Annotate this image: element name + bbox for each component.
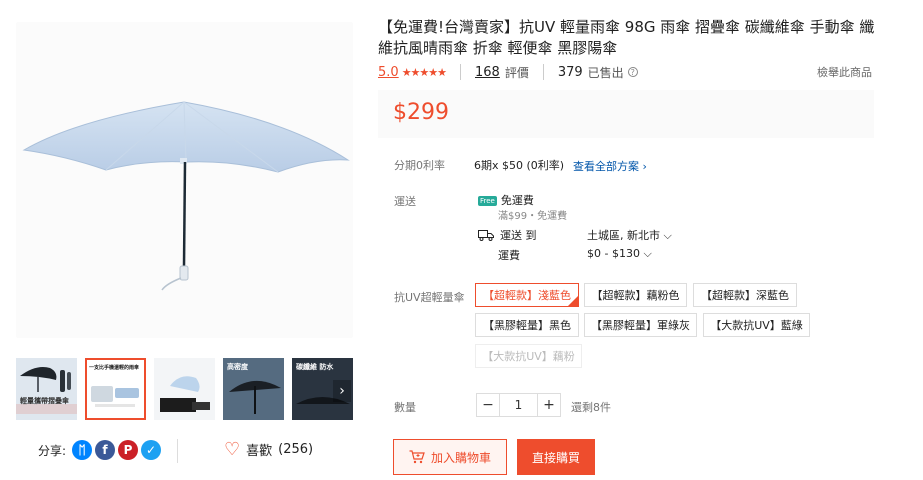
divider xyxy=(460,64,461,80)
reviews-label: 評價 xyxy=(504,65,529,80)
variant-label: 抗UV超輕量傘 xyxy=(394,291,465,304)
product-price: $299 xyxy=(393,100,449,125)
free-shipping-note: 滿$99・免運費 xyxy=(498,211,568,222)
quantity-stepper: − 1 + xyxy=(476,393,561,417)
pinterest-icon[interactable]: P xyxy=(118,440,139,460)
pinterest-glyph: P xyxy=(123,443,133,457)
shipping-fee-dropdown[interactable]: $0 - $130 ⌵ xyxy=(587,247,652,261)
twitter-glyph: ✓ xyxy=(146,443,157,457)
share-label: 分享: xyxy=(38,443,67,458)
installment-value: 6期x $50 (0利率) xyxy=(474,159,565,172)
quantity-input[interactable]: 1 xyxy=(500,393,537,417)
variant-option-5[interactable]: 【黑膠輕量】軍綠灰 xyxy=(584,313,697,337)
thumbnail-strip: 輕量攜帶摺疊傘 一支比手機還輕的雨傘 高密度 碳纖維 防水 › xyxy=(16,358,353,420)
thumbnail-2-caption: 一支比手機還輕的雨傘 xyxy=(89,365,140,371)
free-shipping-icon: Free xyxy=(478,196,497,206)
like-button[interactable]: ♡ 喜歡 (256) xyxy=(224,440,313,459)
quantity-label: 數量 xyxy=(394,401,416,414)
shipping-label: 運送 xyxy=(394,195,416,208)
thumbnail-1[interactable]: 輕量攜帶摺疊傘 xyxy=(16,358,77,420)
cart-icon xyxy=(409,450,425,464)
thumbnail-1-caption: 輕量攜帶摺疊傘 xyxy=(20,397,69,405)
variant-option-7: 【大款抗UV】藕粉 xyxy=(475,344,582,368)
report-link[interactable]: 檢舉此商品 xyxy=(817,64,872,80)
installment-label: 分期0利率 xyxy=(394,159,445,172)
product-title: 【免運費!台灣賣家】抗UV 輕量雨傘 98G 雨傘 摺疊傘 碳纖維傘 手動傘 纖… xyxy=(378,18,875,57)
main-product-image[interactable] xyxy=(16,22,353,338)
thumbnail-2[interactable]: 一支比手機還輕的雨傘 xyxy=(85,358,146,420)
rating-stars-icon: ★★★★★ xyxy=(401,65,447,79)
thumbnail-3[interactable] xyxy=(154,358,215,420)
divider xyxy=(177,439,178,463)
rating-score[interactable]: 5.0 xyxy=(378,65,399,80)
thumbnail-4[interactable]: 高密度 xyxy=(223,358,284,420)
variant-option-3[interactable]: 【超輕款】深藍色 xyxy=(693,283,797,307)
messenger-glyph: ᛖ xyxy=(78,443,86,457)
ship-to-dropdown[interactable]: 土城區, 新北市 ⌵ xyxy=(587,227,672,243)
view-plans-link[interactable]: 查看全部方案 › xyxy=(573,158,647,174)
truck-icon xyxy=(478,230,494,241)
variant-option-1[interactable]: 【超輕款】淺藍色 xyxy=(475,283,579,307)
heart-icon: ♡ xyxy=(224,438,241,460)
quantity-increase-button[interactable]: + xyxy=(537,393,561,417)
shipping-fee-label: 運費 xyxy=(498,249,520,262)
variant-option-6[interactable]: 【大款抗UV】藍綠 xyxy=(703,313,810,337)
chevron-right-icon[interactable]: › xyxy=(333,380,351,402)
sold-label: 已售出 xyxy=(587,65,624,80)
free-shipping: Free 免運費 xyxy=(478,192,534,208)
add-to-cart-button[interactable]: 加入購物車 xyxy=(393,439,507,475)
rating-row: 5.0 ★★★★★ 168 評價 379 已售出 ? 檢舉此商品 xyxy=(378,64,872,80)
ship-to-label: 運送 到 xyxy=(500,229,537,242)
reviews-count[interactable]: 168 xyxy=(475,65,500,80)
messenger-icon[interactable]: ᛖ xyxy=(72,440,93,460)
divider xyxy=(542,64,544,80)
buy-now-button[interactable]: 直接購買 xyxy=(517,439,595,475)
help-icon[interactable]: ? xyxy=(627,67,638,77)
free-shipping-title: 免運費 xyxy=(500,194,534,207)
like-count: (256) xyxy=(278,442,314,457)
sold-count: 379 xyxy=(557,64,583,80)
price-section: $299 xyxy=(378,90,874,138)
thumbnail-5[interactable]: 碳纖維 防水 › xyxy=(292,358,353,420)
stock-remaining: 還剩8件 xyxy=(571,401,611,414)
variant-option-4[interactable]: 【黑膠輕量】黑色 xyxy=(475,313,579,337)
thumbnail-4-caption: 高密度 xyxy=(227,363,248,371)
share-bar: 分享: ᛖ f P ✓ xyxy=(38,440,162,460)
thumbnail-5-caption: 碳纖維 防水 xyxy=(296,363,334,371)
like-label: 喜歡 xyxy=(246,444,273,459)
twitter-icon[interactable]: ✓ xyxy=(141,440,162,460)
facebook-glyph: f xyxy=(102,443,108,457)
ship-to-row: 運送 到 xyxy=(478,227,537,243)
add-to-cart-label: 加入購物車 xyxy=(430,450,491,465)
quantity-decrease-button[interactable]: − xyxy=(476,393,500,417)
facebook-icon[interactable]: f xyxy=(95,440,116,460)
variant-option-2[interactable]: 【超輕款】藕粉色 xyxy=(584,283,687,307)
